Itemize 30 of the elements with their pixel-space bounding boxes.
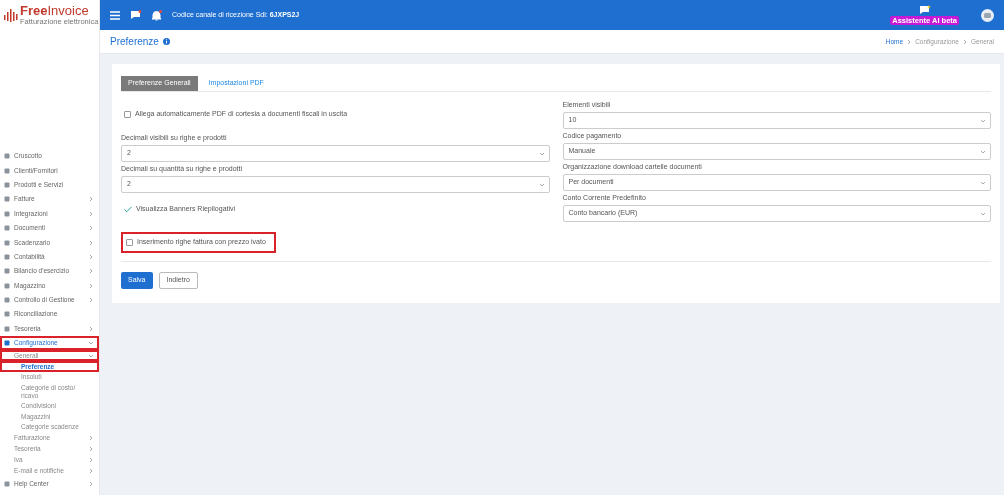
chevron-right-icon	[89, 468, 93, 473]
page-title: Preferenze	[110, 35, 159, 49]
chevron-down-icon	[539, 182, 544, 187]
menu-item-icon	[4, 480, 10, 487]
chevron-right-icon	[89, 298, 93, 303]
assistant-chat-icon[interactable]	[918, 5, 931, 16]
chevron-right-icon	[89, 481, 93, 486]
chevron-right-icon	[907, 39, 912, 44]
chevron-right-icon	[89, 197, 93, 202]
chevron-right-icon	[89, 240, 93, 245]
chevron-right-icon	[89, 254, 93, 259]
checkmark-icon	[124, 206, 132, 213]
chat-icon[interactable]	[130, 10, 141, 20]
chevron-right-icon	[89, 211, 93, 216]
chevron-right-icon	[962, 39, 967, 44]
chevron-right-icon	[89, 269, 93, 274]
chevron-down-icon	[539, 151, 544, 156]
chevron-right-icon	[89, 435, 93, 440]
chevron-right-icon	[89, 326, 93, 331]
menu-icon[interactable]	[110, 10, 120, 20]
chevron-right-icon	[89, 457, 93, 462]
info-icon[interactable]	[162, 38, 170, 45]
menu-item-icon	[4, 340, 10, 347]
bell-icon[interactable]	[151, 9, 162, 21]
chevron-right-icon	[89, 226, 93, 231]
chevron-right-icon	[89, 446, 93, 451]
app-logo: FreeInvoice	[20, 4, 90, 17]
avatar-icon[interactable]	[981, 8, 994, 22]
logo-bars-icon	[4, 8, 18, 22]
chevron-right-icon	[89, 283, 93, 288]
